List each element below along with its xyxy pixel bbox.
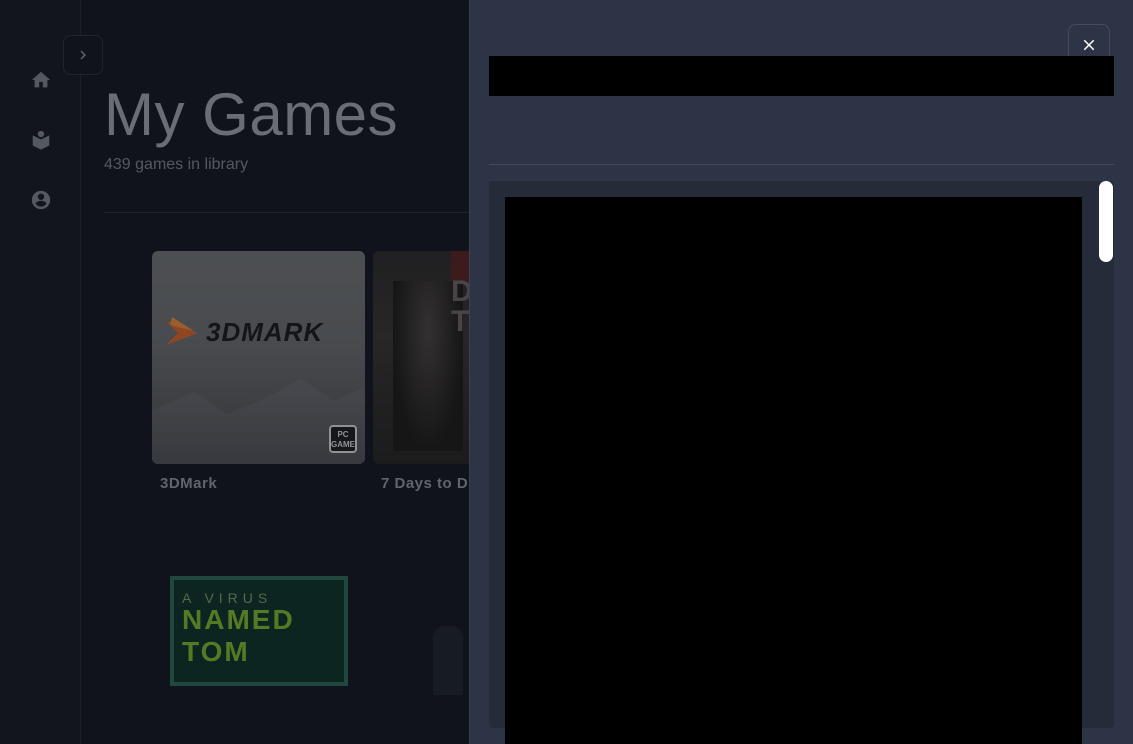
app-window: My Games 439 games in library 3DMARK PC … — [0, 0, 1133, 744]
drawer-divider — [489, 164, 1114, 165]
drawer-title-placeholder — [489, 56, 1114, 96]
drawer-media-placeholder — [505, 197, 1082, 744]
drawer-scrollbar-thumb[interactable] — [1099, 181, 1113, 262]
close-icon — [1083, 39, 1095, 51]
game-details-drawer — [469, 0, 1133, 744]
drawer-content-panel[interactable] — [489, 181, 1114, 744]
